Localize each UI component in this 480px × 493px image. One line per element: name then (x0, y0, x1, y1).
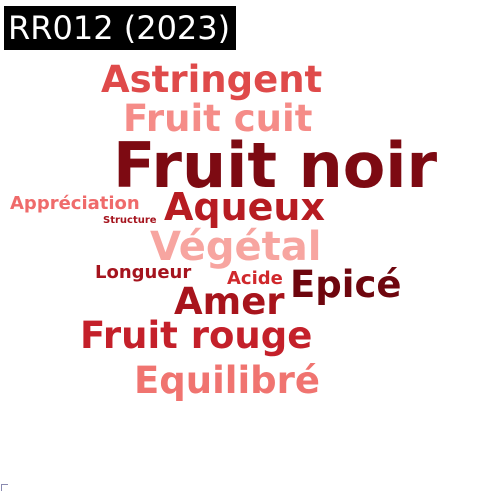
word-appreciation: Appréciation (10, 193, 140, 214)
corner-mark (1, 484, 8, 491)
word-astringent: Astringent (101, 58, 323, 101)
word-epice: Epicé (290, 263, 402, 306)
word-aqueux: Aqueux (164, 185, 325, 229)
word-vegetal: Végétal (150, 224, 322, 270)
chart-title: RR012 (2023) (4, 6, 237, 50)
word-fruit-rouge: Fruit rouge (80, 314, 313, 357)
word-equilibre: Equilibré (134, 359, 320, 402)
word-structure: Structure (103, 215, 157, 226)
